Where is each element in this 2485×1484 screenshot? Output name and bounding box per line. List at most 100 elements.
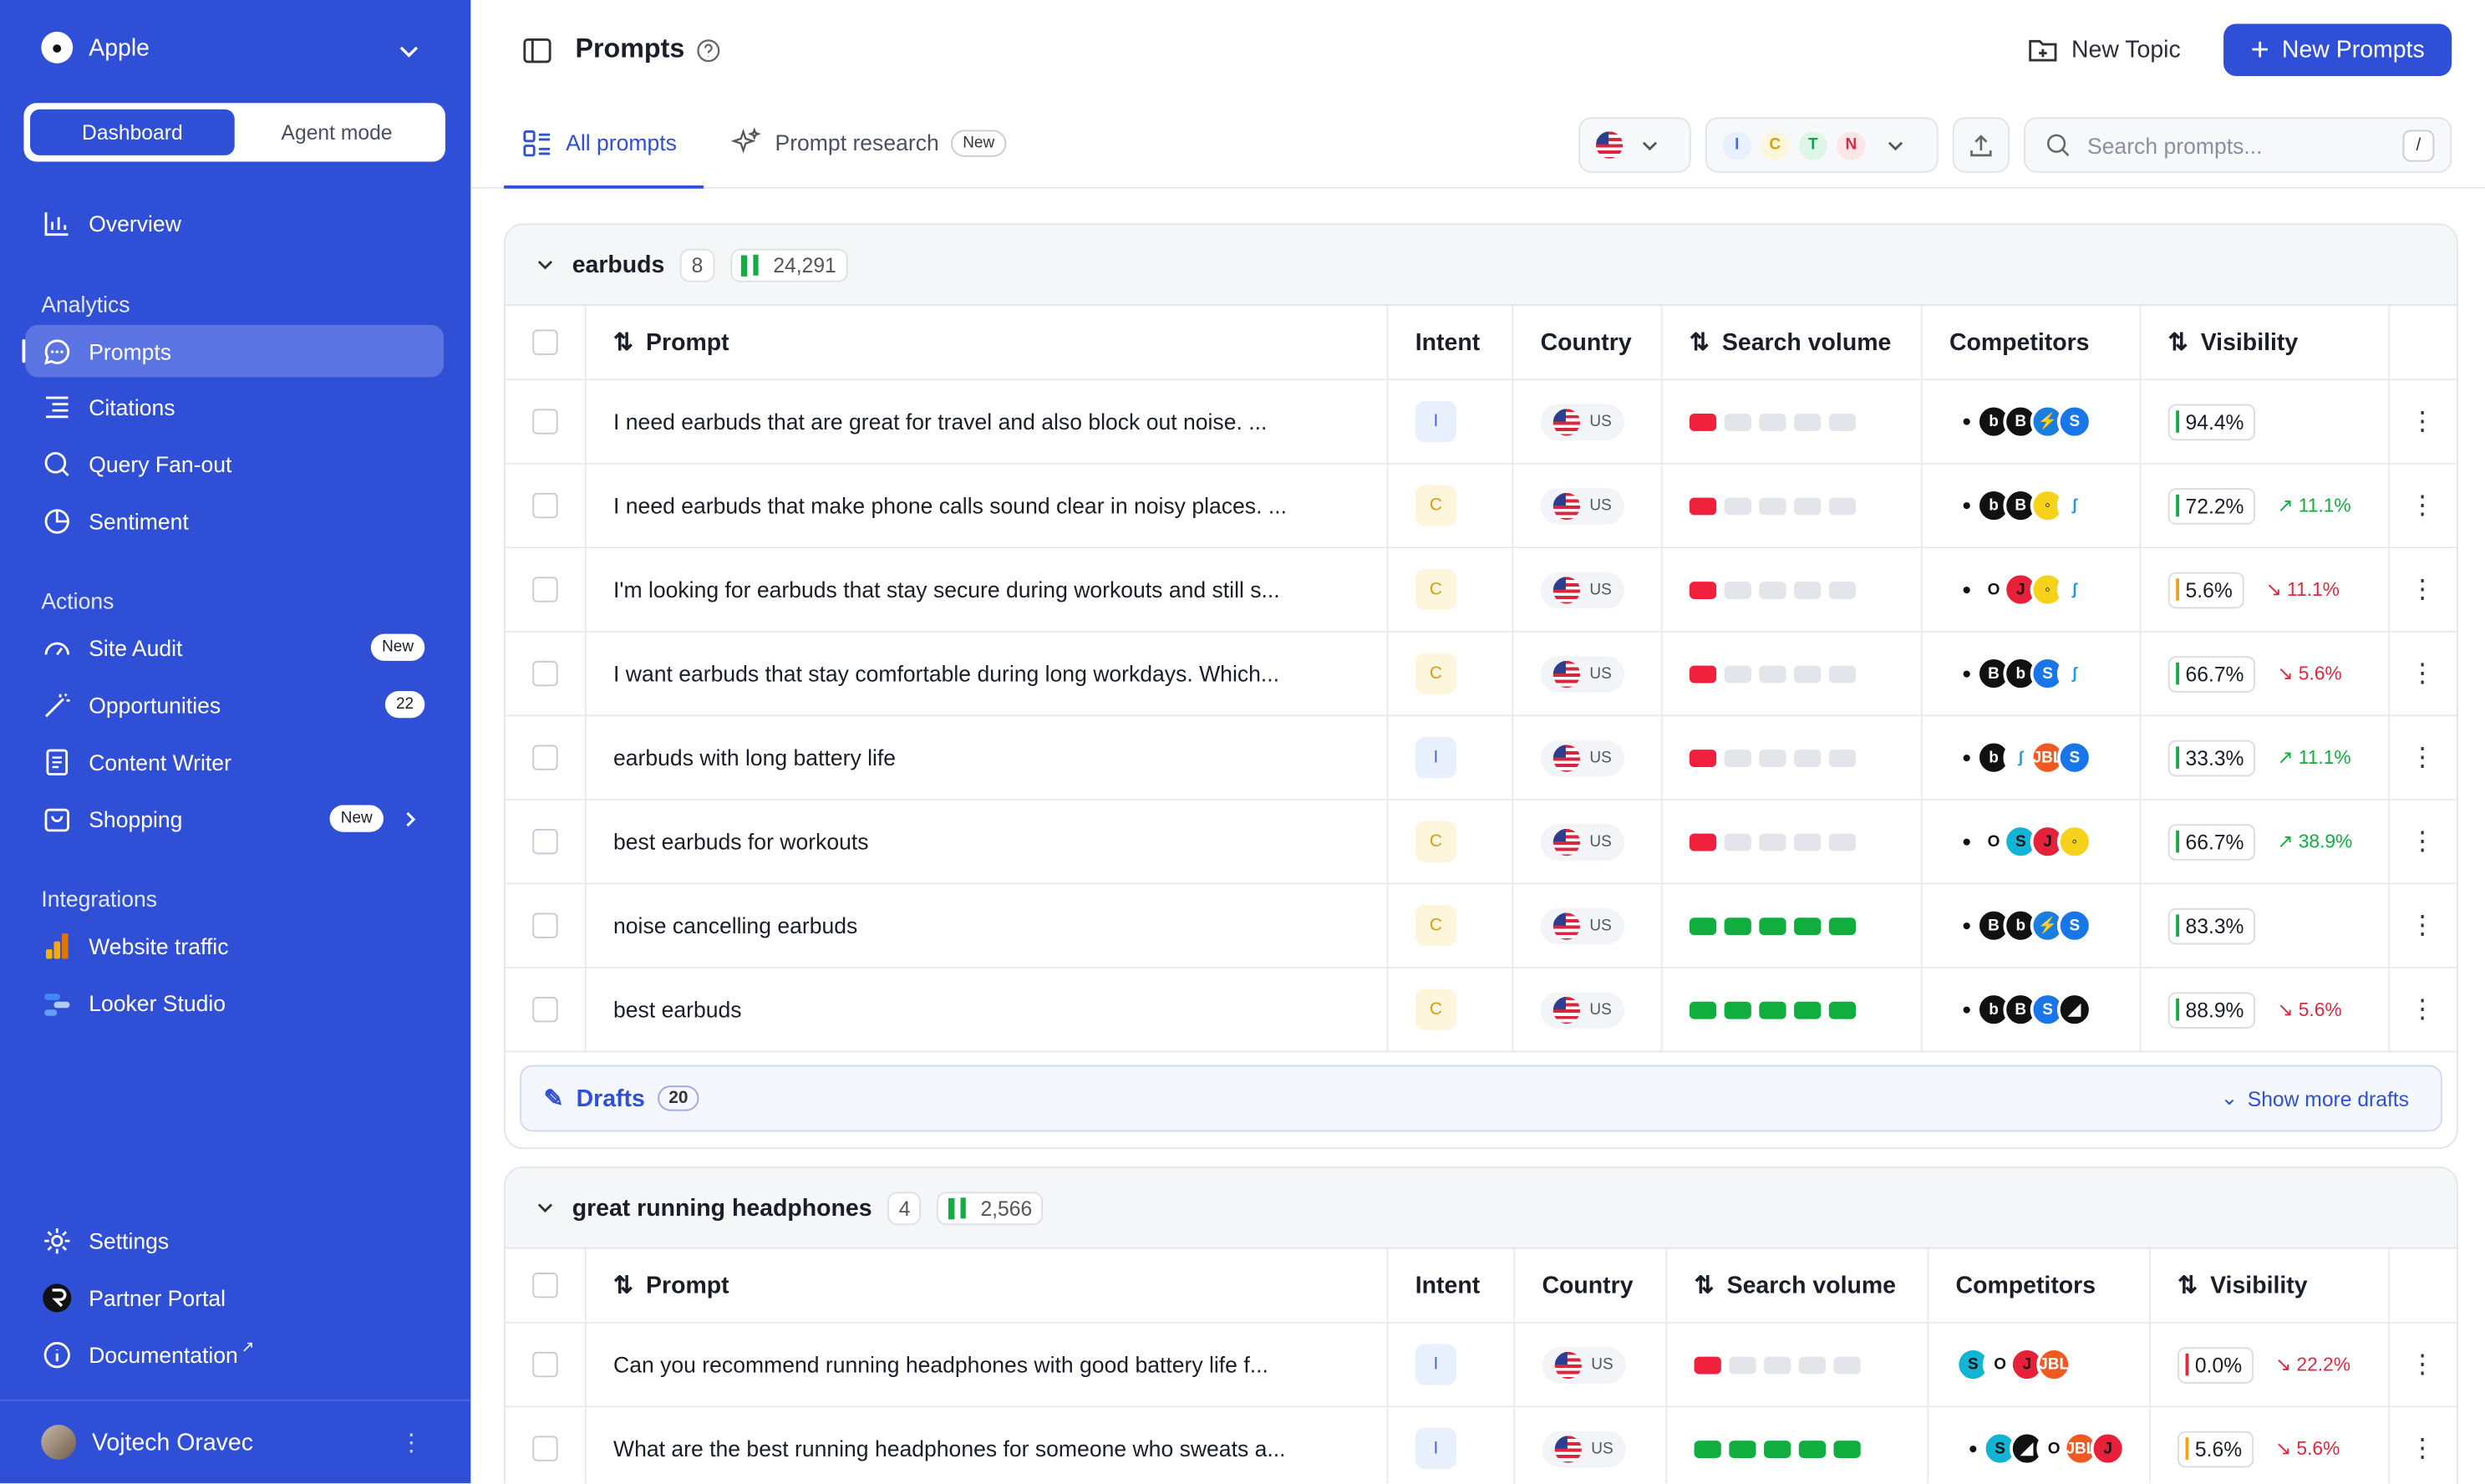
sidebar-item-content-writer[interactable]: Content Writer: [25, 735, 444, 788]
row-more-icon[interactable]: ⋮: [2388, 380, 2457, 463]
mode-agent[interactable]: Agent mode: [235, 109, 440, 155]
prompt-text[interactable]: I'm looking for earbuds that stay secure…: [613, 577, 1280, 602]
row-checkbox[interactable]: [532, 1351, 558, 1378]
chevron-down-icon[interactable]: [534, 253, 556, 276]
sidebar-item-query-fanout[interactable]: Query Fan-out: [25, 437, 444, 490]
table-row[interactable]: I want earbuds that stay comfortable dur…: [506, 632, 2457, 717]
drafts-bar[interactable]: ✎ Drafts 20 ⌄ Show more drafts: [520, 1065, 2442, 1132]
sidebar-item-documentation[interactable]: Documentation ↗: [25, 1328, 444, 1380]
table-row[interactable]: best earbuds C US ● b B S ◢ 88.9% ↘ 5.6% ⋮: [506, 968, 2457, 1053]
chevron-down-icon[interactable]: [393, 35, 424, 67]
more-vertical-icon[interactable]: ⋮: [399, 1428, 423, 1456]
row-checkbox[interactable]: [532, 660, 558, 687]
prompt-text[interactable]: I need earbuds that make phone calls sou…: [613, 493, 1287, 518]
tab-prompt-research[interactable]: Prompt research New: [730, 127, 1006, 159]
sort-icon[interactable]: ⇅: [613, 1271, 633, 1299]
sidebar-item-looker-studio[interactable]: Looker Studio: [25, 976, 444, 1029]
table-row[interactable]: I need earbuds that make phone calls sou…: [506, 464, 2457, 549]
competitor-logo-sky-icon[interactable]: ʃ: [2056, 488, 2092, 523]
prompt-text[interactable]: best earbuds for workouts: [613, 829, 869, 854]
brand-switcher[interactable]: ● Apple: [41, 31, 150, 64]
row-more-icon[interactable]: ⋮: [2388, 1324, 2457, 1406]
table-row[interactable]: I need earbuds that are great for travel…: [506, 380, 2457, 465]
sidebar-item-partner-portal[interactable]: Partner Portal: [25, 1271, 444, 1324]
prompt-text[interactable]: What are the best running headphones for…: [613, 1436, 1285, 1461]
table-row[interactable]: best earbuds for workouts C US ● O S J ◦ 66.…: [506, 800, 2457, 885]
sidebar-item-overview[interactable]: Overview: [25, 196, 444, 249]
group-header[interactable]: earbuds 8 ▌▍ 24,291: [506, 225, 2457, 307]
competitor-logo-samsung-icon[interactable]: S: [2056, 404, 2092, 440]
sidebar-item-website-traffic[interactable]: Website traffic: [25, 919, 444, 972]
sidebar-item-sentiment[interactable]: Sentiment: [25, 495, 444, 547]
prompt-text[interactable]: best earbuds: [613, 997, 742, 1022]
header-prompt[interactable]: ⇅ Prompt: [587, 1248, 1389, 1322]
competitor-logo-sky-icon[interactable]: ʃ: [2056, 656, 2092, 691]
sort-icon[interactable]: ⇅: [2178, 1271, 2198, 1299]
help-icon[interactable]: [696, 38, 721, 64]
header-visibility[interactable]: ⇅ Visibility: [2141, 306, 2391, 379]
group-header[interactable]: great running headphones 4 ▌▍ 2,566: [506, 1167, 2457, 1249]
sidebar-item-opportunities[interactable]: Opportunities 22: [25, 678, 444, 731]
prompt-text[interactable]: noise cancelling earbuds: [613, 912, 857, 938]
tab-all-prompts[interactable]: All prompts: [521, 127, 677, 159]
header-visibility[interactable]: ⇅ Visibility: [2151, 1248, 2391, 1322]
competitor-logo-jred-icon[interactable]: J: [2090, 1431, 2126, 1466]
prompt-text[interactable]: I want earbuds that stay comfortable dur…: [613, 661, 1279, 686]
chevron-down-icon[interactable]: [534, 1197, 556, 1219]
table-row[interactable]: noise cancelling earbuds C US ● Bb ⚡ S 83.3…: [506, 884, 2457, 968]
new-prompts-button[interactable]: + New Prompts: [2223, 23, 2452, 77]
competitor-logo-black-icon[interactable]: ◢: [2056, 992, 2092, 1028]
row-checkbox[interactable]: [532, 577, 558, 602]
sort-icon[interactable]: ⇅: [1695, 1271, 1715, 1299]
search-box[interactable]: Search prompts... /: [2024, 117, 2452, 173]
sort-icon[interactable]: ⇅: [613, 328, 633, 357]
row-more-icon[interactable]: ⋮: [2388, 884, 2457, 967]
sidebar-item-shopping[interactable]: Shopping New: [25, 792, 444, 845]
prompt-text[interactable]: Can you recommend running headphones wit…: [613, 1352, 1268, 1377]
sidebar-toggle-icon[interactable]: [521, 35, 553, 67]
sort-icon[interactable]: ⇅: [1690, 328, 1710, 357]
prompt-text[interactable]: I need earbuds that are great for travel…: [613, 409, 1267, 434]
search-input[interactable]: Search prompts...: [2087, 132, 2263, 157]
country-filter[interactable]: [1578, 117, 1691, 173]
sidebar-item-site-audit[interactable]: Site Audit New: [25, 622, 444, 674]
row-more-icon[interactable]: ⋮: [2388, 800, 2457, 883]
row-checkbox[interactable]: [532, 492, 558, 519]
competitor-logo-samsung-icon[interactable]: S: [2056, 739, 2092, 775]
select-all-checkbox[interactable]: [532, 1273, 558, 1298]
prompt-text[interactable]: earbuds with long battery life: [613, 745, 896, 770]
chevron-right-icon[interactable]: [399, 807, 422, 830]
table-row[interactable]: I'm looking for earbuds that stay secure…: [506, 548, 2457, 633]
row-more-icon[interactable]: ⋮: [2388, 1407, 2457, 1483]
competitor-logo-samsung-icon[interactable]: S: [2056, 907, 2092, 943]
select-all-checkbox[interactable]: [532, 329, 558, 355]
show-more-drafts-button[interactable]: ⌄ Show more drafts: [2221, 1085, 2409, 1110]
sidebar-item-settings[interactable]: Settings: [25, 1214, 444, 1267]
header-search-volume[interactable]: ⇅ Search volume: [1663, 306, 1923, 379]
mode-dashboard[interactable]: Dashboard: [30, 109, 235, 155]
row-more-icon[interactable]: ⋮: [2388, 465, 2457, 547]
table-row[interactable]: Can you recommend running headphones wit…: [506, 1323, 2457, 1408]
row-more-icon[interactable]: ⋮: [2388, 716, 2457, 799]
competitor-logo-sky-icon[interactable]: ʃ: [2056, 572, 2092, 607]
sidebar-item-prompts[interactable]: Prompts: [22, 324, 445, 378]
row-more-icon[interactable]: ⋮: [2388, 548, 2457, 631]
competitor-logo-yellow-icon[interactable]: ◦: [2056, 824, 2092, 860]
new-topic-button[interactable]: New Topic: [2027, 33, 2181, 65]
user-menu[interactable]: Vojtech Oravec ⋮: [0, 1399, 471, 1484]
intent-filter[interactable]: I C T N: [1705, 117, 1939, 173]
sidebar-item-citations[interactable]: Citations: [25, 380, 444, 433]
header-prompt[interactable]: ⇅ Prompt: [587, 306, 1389, 379]
row-checkbox[interactable]: [532, 997, 558, 1023]
row-checkbox[interactable]: [532, 1436, 558, 1461]
row-more-icon[interactable]: ⋮: [2388, 968, 2457, 1051]
row-checkbox[interactable]: [532, 409, 558, 435]
competitor-logo-jbl-icon[interactable]: JBL: [2036, 1347, 2071, 1382]
header-search-volume[interactable]: ⇅ Search volume: [1667, 1248, 1929, 1322]
table-row[interactable]: What are the best running headphones for…: [506, 1407, 2457, 1484]
export-button[interactable]: [1952, 117, 2010, 173]
row-checkbox[interactable]: [532, 828, 558, 855]
row-more-icon[interactable]: ⋮: [2388, 633, 2457, 715]
sort-icon[interactable]: ⇅: [2168, 328, 2188, 357]
row-checkbox[interactable]: [532, 745, 558, 770]
